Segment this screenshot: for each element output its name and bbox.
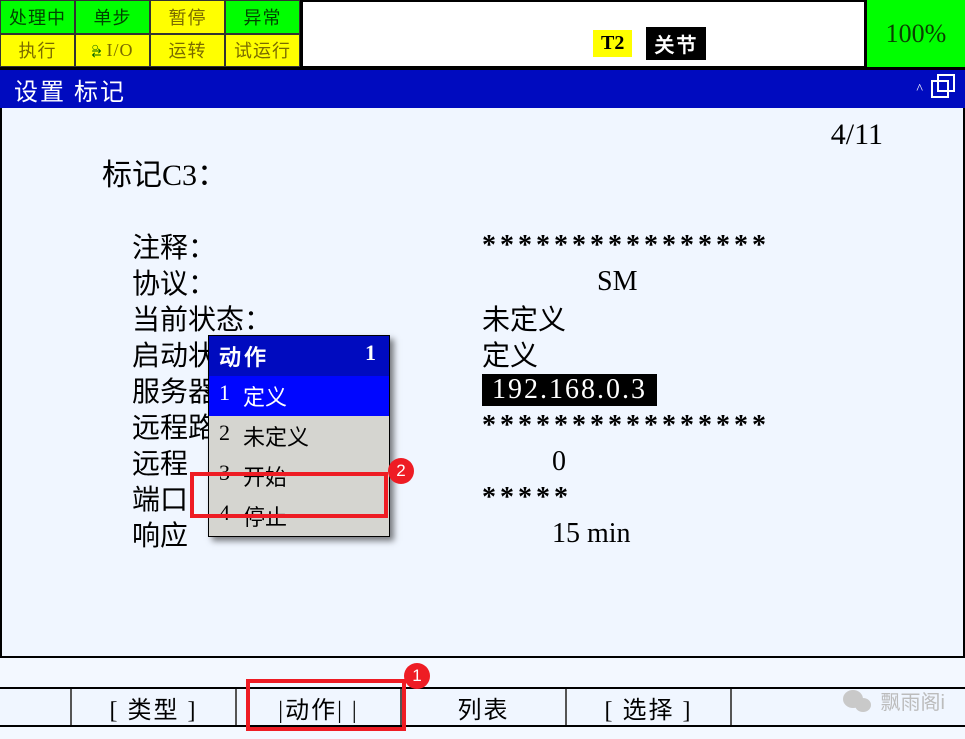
value-comment[interactable]: **************** xyxy=(482,230,923,262)
value-port[interactable]: ***** xyxy=(482,482,923,514)
status-io-label: I/O xyxy=(107,40,134,61)
annotation-box-2 xyxy=(190,472,388,518)
opt-index: 1 xyxy=(219,380,233,412)
value-remoteport[interactable]: 0 xyxy=(482,446,923,478)
opt-index: 2 xyxy=(219,420,233,452)
status-execute[interactable]: 执行 xyxy=(0,34,75,68)
status-run[interactable]: 运转 xyxy=(150,34,225,68)
window-title-bar: 设置 标记 ^ xyxy=(0,70,965,108)
multi-window-icon[interactable] xyxy=(931,72,959,100)
wechat-name: 飘雨阁i xyxy=(881,686,945,715)
io-arrows-icon: ○⇄ xyxy=(91,44,102,56)
value-curstate[interactable]: 未定义 xyxy=(482,298,923,338)
softkey-list[interactable]: 列表 xyxy=(402,689,567,725)
softkey-bar: [ 类型 ] |动作| | 列表 [ 选择 ] xyxy=(0,687,965,727)
action-popup-count: 1 xyxy=(365,340,379,372)
value-remotepath[interactable]: **************** xyxy=(482,410,923,442)
override-percent[interactable]: 100% xyxy=(865,0,965,67)
status-testrun[interactable]: 试运行 xyxy=(225,34,300,68)
status-grid: 处理中 单步 暂停 异常 执行 ○⇄ I/O 运转 试运行 xyxy=(0,0,302,67)
row-curstate: 当前状态： 未定义 xyxy=(132,300,923,336)
mode-chips: T2 关节 xyxy=(593,27,706,60)
action-option-undefine[interactable]: 2 未定义 xyxy=(209,416,389,456)
label-protocol: 协议： xyxy=(132,262,482,302)
main-panel: 4/11 标记C3： 注释： **************** 协议： SM 当… xyxy=(0,108,965,658)
page-counter: 4/11 xyxy=(831,118,883,152)
top-status-area: 处理中 单步 暂停 异常 执行 ○⇄ I/O 运转 试运行 T2 关节 100% xyxy=(0,0,965,70)
row-protocol: 协议： SM xyxy=(132,264,923,300)
window-title: 设置 标记 xyxy=(14,72,126,107)
action-option-define[interactable]: 1 定义 xyxy=(209,376,389,416)
title-icons: ^ xyxy=(916,72,959,100)
message-area: T2 关节 xyxy=(302,0,865,67)
annotation-box-1 xyxy=(246,679,406,731)
wechat-icon xyxy=(843,688,873,714)
action-popup-title: 动作 xyxy=(219,340,269,372)
annotation-badge-1: 1 xyxy=(404,663,430,689)
softkey-type[interactable]: [ 类型 ] xyxy=(70,689,237,725)
softkey-select[interactable]: [ 选择 ] xyxy=(567,689,732,725)
value-response[interactable]: 15 min xyxy=(482,518,923,550)
value-serverip-wrap[interactable]: 192.168.0.3 xyxy=(482,374,923,406)
opt-label: 未定义 xyxy=(243,420,309,452)
action-popup-header: 动作 1 xyxy=(209,336,389,376)
page-heading: 标记C3： xyxy=(102,150,923,194)
opt-label: 定义 xyxy=(243,380,287,412)
value-serverip[interactable]: 192.168.0.3 xyxy=(482,374,657,406)
status-processing[interactable]: 处理中 xyxy=(0,0,75,34)
row-comment: 注释： **************** xyxy=(132,228,923,264)
status-abnormal[interactable]: 异常 xyxy=(225,0,300,34)
chip-t2: T2 xyxy=(593,30,632,57)
status-step[interactable]: 单步 xyxy=(75,0,150,34)
wechat-watermark: 飘雨阁i xyxy=(843,686,945,715)
annotation-badge-2: 2 xyxy=(388,458,414,484)
status-pause[interactable]: 暂停 xyxy=(150,0,225,34)
chip-joint: 关节 xyxy=(646,27,706,60)
label-curstate: 当前状态： xyxy=(132,298,482,338)
value-protocol[interactable]: SM xyxy=(482,266,923,298)
label-comment: 注释： xyxy=(132,226,482,266)
caret-up-icon[interactable]: ^ xyxy=(916,82,925,98)
value-startstate[interactable]: 定义 xyxy=(482,334,923,374)
status-io[interactable]: ○⇄ I/O xyxy=(75,34,150,68)
